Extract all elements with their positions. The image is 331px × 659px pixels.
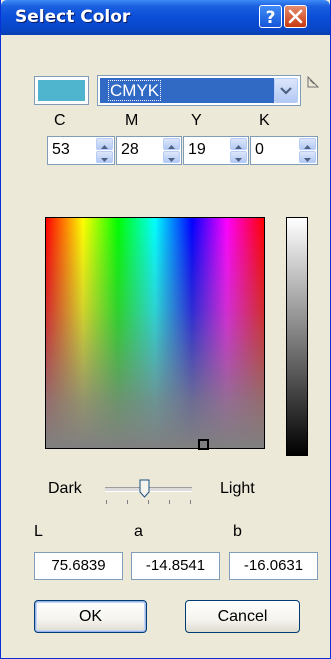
k-value[interactable]: 0 xyxy=(255,141,264,159)
channel-label-k: K xyxy=(259,112,270,129)
k-spin-buttons[interactable] xyxy=(299,138,316,163)
light-label: Light xyxy=(220,480,255,497)
channel-label-c: C xyxy=(54,112,66,129)
slider-tick xyxy=(190,500,191,504)
close-icon xyxy=(288,9,303,24)
svg-text:?: ? xyxy=(266,8,276,27)
m-spin-down[interactable] xyxy=(163,151,180,163)
slider-tick xyxy=(106,500,107,504)
help-icon: ? xyxy=(266,8,276,27)
title-bar[interactable]: Select Color ? xyxy=(1,0,330,35)
k-spin-up[interactable] xyxy=(299,138,316,150)
lab-l-value: 75.6839 xyxy=(34,552,123,580)
cancel-button[interactable]: Cancel xyxy=(185,600,300,633)
lab-label-b: b xyxy=(233,523,242,540)
lightness-bar[interactable] xyxy=(286,217,308,456)
y-spinner[interactable]: 19 xyxy=(183,136,249,165)
lab-label-l: L xyxy=(34,523,43,540)
dark-label: Dark xyxy=(48,480,82,497)
window-title: Select Color xyxy=(15,7,131,27)
close-button[interactable] xyxy=(284,5,307,28)
brightness-slider-thumb[interactable] xyxy=(139,479,150,498)
down-arrow-icon xyxy=(101,158,108,162)
c-spinner[interactable]: 53 xyxy=(47,136,115,165)
help-button[interactable]: ? xyxy=(259,5,282,28)
spectrum-picker-marker[interactable] xyxy=(198,439,209,450)
lab-b-value: -16.0631 xyxy=(229,552,318,580)
lab-a-value: -14.8541 xyxy=(131,552,220,580)
k-spin-down[interactable] xyxy=(299,151,316,163)
m-spin-buttons[interactable] xyxy=(163,138,180,163)
slider-tick xyxy=(127,500,128,504)
c-value[interactable]: 53 xyxy=(52,141,70,159)
y-spin-buttons[interactable] xyxy=(230,138,247,163)
c-spin-buttons[interactable] xyxy=(96,138,113,163)
down-arrow-icon xyxy=(304,158,311,162)
dropdown-button[interactable] xyxy=(274,78,298,103)
slider-tick xyxy=(148,500,149,504)
expand-corner-icon[interactable] xyxy=(307,76,319,88)
c-spin-up[interactable] xyxy=(96,138,113,150)
chevron-down-icon xyxy=(280,87,292,95)
color-spectrum-field[interactable] xyxy=(45,217,265,450)
current-color-swatch xyxy=(34,76,89,105)
c-spin-down[interactable] xyxy=(96,151,113,163)
y-value[interactable]: 19 xyxy=(188,141,206,159)
m-spin-up[interactable] xyxy=(163,138,180,150)
y-spin-up[interactable] xyxy=(230,138,247,150)
channel-label-m: M xyxy=(125,112,139,129)
y-spin-down[interactable] xyxy=(230,151,247,163)
color-mode-value: CMYK xyxy=(100,78,274,103)
ok-button[interactable]: OK xyxy=(34,600,147,633)
slider-tick xyxy=(169,500,170,504)
m-value[interactable]: 28 xyxy=(121,141,139,159)
select-color-dialog: Select Color ? CMYK C M Y K 53 28 19 0 D… xyxy=(0,0,331,659)
lab-label-a: a xyxy=(134,523,143,540)
down-arrow-icon xyxy=(235,158,242,162)
channel-label-y: Y xyxy=(191,112,202,129)
current-color-fill xyxy=(38,80,85,101)
down-arrow-icon xyxy=(168,158,175,162)
color-mode-select[interactable]: CMYK xyxy=(97,75,301,106)
m-spinner[interactable]: 28 xyxy=(116,136,182,165)
k-spinner[interactable]: 0 xyxy=(250,136,318,165)
